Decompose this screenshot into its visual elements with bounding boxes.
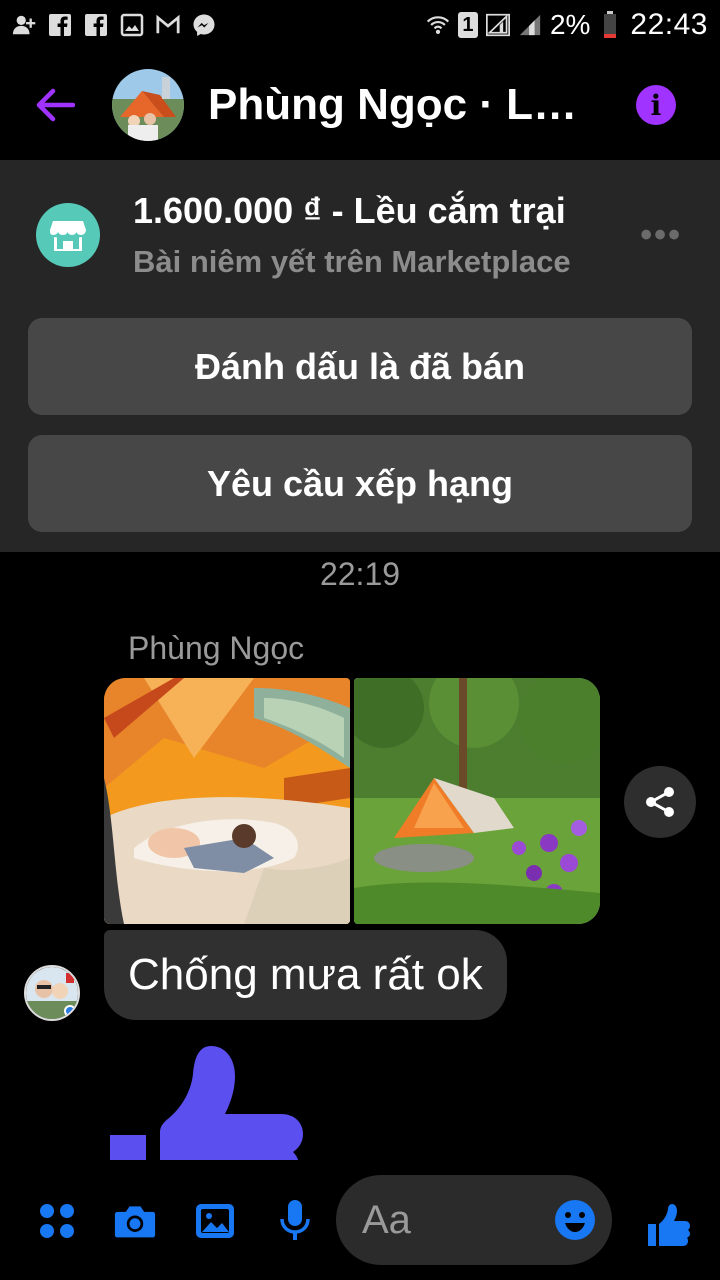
sim-indicator: 1 [457,12,478,38]
facebook-icon [84,13,108,37]
back-button[interactable] [0,50,110,160]
share-icon [646,787,674,817]
apps-icon [40,1204,74,1238]
thumbs-up-icon[interactable] [646,1204,690,1248]
clock: 22:43 [630,8,708,41]
emoji-icon[interactable] [554,1199,596,1241]
voice-button[interactable] [274,1200,316,1242]
messenger-icon [192,13,216,37]
contact-name[interactable]: Phùng Ngọc · Lều cắm trại [208,80,598,130]
camera-icon [114,1206,156,1238]
more-options-icon[interactable]: ••• [640,216,682,255]
marketplace-listing[interactable]: 1.600.000 ₫ - Lều cắm trại Bài niêm yết … [0,160,720,310]
listing-subtitle: Bài niêm yết trên Marketplace [133,244,571,279]
battery-icon [598,11,622,38]
tent-interior-photo[interactable] [104,678,350,924]
avatar[interactable] [112,69,184,141]
add-contact-icon [12,13,36,37]
battery-percent: 2% [549,9,591,40]
marketplace-panel: 1.600.000 ₫ - Lều cắm trại Bài niêm yết … [0,160,720,552]
info-button[interactable]: i [636,85,676,125]
wifi-icon [426,13,450,37]
request-rating-button[interactable]: Yêu cầu xếp hạng [28,435,692,532]
mark-as-sold-button[interactable]: Đánh dấu là đã bán [28,318,692,415]
sender-avatar[interactable] [24,965,80,1021]
signal-icon [518,13,542,37]
photo-group [104,678,600,924]
signal-icon [485,13,510,37]
arrow-left-icon [36,88,75,122]
apps-button[interactable] [36,1200,78,1242]
tent-garden-photo[interactable] [354,678,600,924]
message-bubble[interactable]: Chống mưa rất ok [104,930,507,1020]
gmail-icon [156,13,180,37]
gallery-icon [120,13,144,37]
shop-icon [36,203,100,267]
thumbs-up-icon[interactable] [104,1040,304,1160]
message-timestamp: 22:19 [319,556,401,592]
mic-icon [280,1200,310,1240]
facebook-icon [48,13,72,37]
share-button[interactable] [624,766,696,838]
camera-button[interactable] [114,1200,156,1242]
info-icon: i [650,88,662,122]
listing-title: 1.600.000 ₫ - Lều cắm trại [133,190,566,231]
sender-name: Phùng Ngọc [128,630,305,666]
status-bar: 1 2% 22:43 [0,0,720,50]
message-input-placeholder: Aa [362,1197,411,1242]
conversation-header: Phùng Ngọc · Lều cắm trại i [0,50,720,160]
message-input[interactable]: Aa [336,1175,612,1265]
gallery-icon [196,1204,234,1238]
gallery-button[interactable] [194,1200,236,1242]
